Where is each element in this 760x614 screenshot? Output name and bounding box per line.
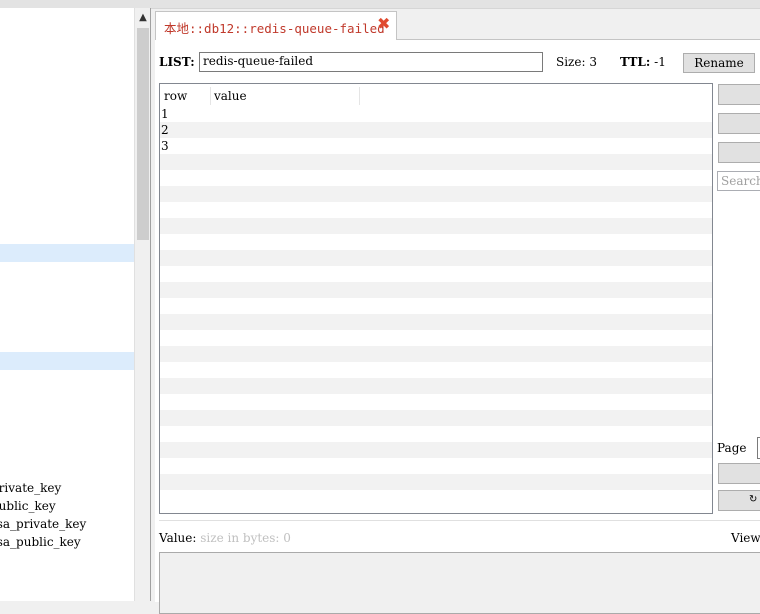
ttl-display: TTL: -1 [620,55,666,69]
tree-item-rsa-private-key[interactable]: rsa_private_key [0,515,134,533]
value-editor[interactable] [159,552,760,614]
tab-redis-queue-failed[interactable]: 本地::db12::redis-queue-failed ✖ [155,11,397,40]
scroll-up-icon[interactable]: ▲ [135,10,151,26]
table-row[interactable] [160,234,712,250]
tree-row-selected-highlight[interactable] [0,244,134,262]
tab-label: 本地::db12::redis-queue-failed [164,21,385,36]
tree-item-public-key[interactable]: public_key [0,497,134,515]
size-label: Size: 3 [556,55,597,69]
view-label: View [731,531,760,545]
row-number-cell: 2 [161,123,169,137]
ttl-value: -1 [654,55,666,69]
reload-value-button[interactable] [718,142,760,163]
tree-item-private-key[interactable]: private_key [0,479,134,497]
key-name-field[interactable]: redis-queue-failed [199,52,543,72]
page-label: Page [717,441,747,455]
table-row[interactable] [160,218,712,234]
tree-row-selected[interactable]: l [0,352,134,370]
add-row-button[interactable] [718,84,760,105]
table-row[interactable] [160,410,712,426]
tree-item-label: public_key [0,499,56,513]
close-icon[interactable]: ✖ [377,16,393,32]
table-row[interactable] [160,202,712,218]
table-row[interactable] [160,362,712,378]
value-label: Value: [159,531,197,545]
table-row[interactable]: 2 [160,122,712,138]
row-number-cell: 3 [161,139,169,153]
tree-scrollbar[interactable]: ▲ [134,8,151,601]
table-row[interactable] [160,186,712,202]
table-row[interactable] [160,330,712,346]
key-tree[interactable]: l private_key public_key rsa_private_key… [0,8,134,601]
table-row[interactable] [160,266,712,282]
table-header: ⌄ row value [160,84,712,106]
table-row[interactable] [160,474,712,490]
table-row[interactable] [160,250,712,266]
table-row[interactable] [160,298,712,314]
table-row[interactable] [160,458,712,474]
column-header-label: value [214,89,247,103]
value-size-hint: size in bytes: 0 [200,531,291,545]
values-table[interactable]: ⌄ row value 1 2 3 [159,83,713,514]
scrollbar-thumb[interactable] [137,28,149,240]
table-row[interactable]: 1 [160,106,712,122]
column-header-value[interactable]: value [210,87,360,105]
table-row[interactable]: 3 [160,138,712,154]
sort-indicator-icon: ⌄ [180,88,187,97]
tree-item-label: rsa_private_key [0,517,87,531]
table-row[interactable] [160,154,712,170]
table-row[interactable] [160,426,712,442]
row-number-cell: 1 [161,107,169,121]
refresh-icon: ↻ [749,494,758,505]
key-type-label: LIST: [159,55,195,69]
tree-item-label: private_key [0,481,62,495]
tree-item-label: rsa_public_key [0,535,81,549]
table-row[interactable] [160,442,712,458]
table-row[interactable] [160,378,712,394]
ttl-label: TTL: [620,55,651,69]
load-page-button[interactable] [718,463,760,484]
table-row[interactable] [160,394,712,410]
search-input[interactable]: Search [717,171,760,191]
table-row[interactable] [160,170,712,186]
table-row[interactable] [160,346,712,362]
table-body: 1 2 3 [160,106,712,506]
delete-row-button[interactable] [718,113,760,134]
column-header-row[interactable]: ⌄ row [160,87,211,105]
divider [159,520,760,521]
splitter[interactable] [150,8,151,601]
table-row[interactable] [160,282,712,298]
value-label-row: Value: size in bytes: 0 [159,531,291,545]
tree-item-rsa-public-key[interactable]: rsa_public_key [0,533,134,551]
table-row[interactable] [160,490,712,506]
rename-button[interactable]: Rename [683,53,755,73]
table-row[interactable] [160,314,712,330]
